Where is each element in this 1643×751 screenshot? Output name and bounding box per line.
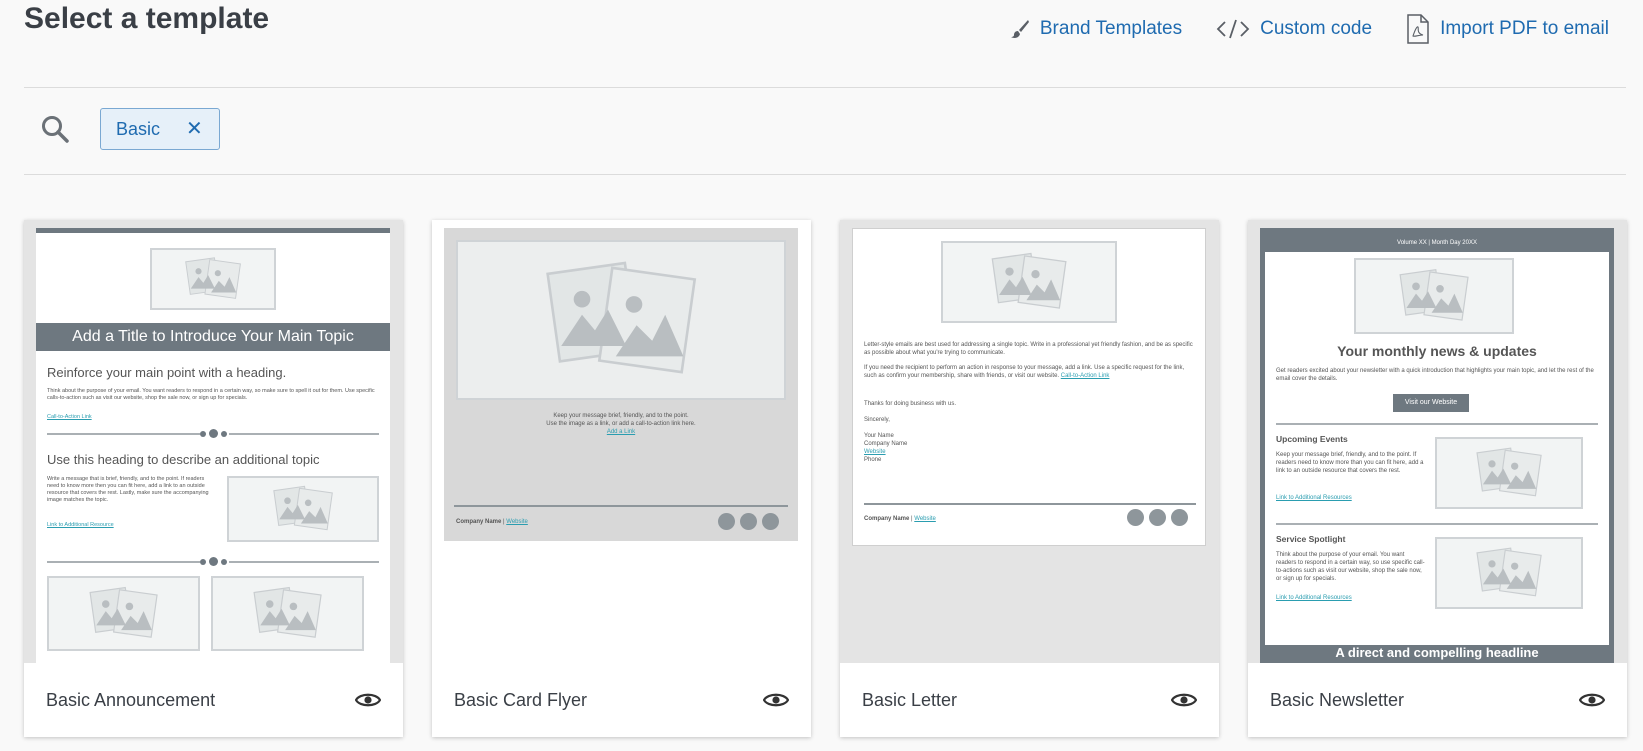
preview-section-title: Upcoming Events xyxy=(1276,434,1348,444)
preview-banner: Add a Title to Introduce Your Main Topic xyxy=(36,323,390,351)
custom-code-label: Custom code xyxy=(1260,18,1373,39)
image-placeholder-icon xyxy=(227,476,379,542)
template-card[interactable]: Volume XX | Month Day 20XX Your monthly … xyxy=(1248,220,1627,737)
filter-chip-basic[interactable]: Basic ✕ xyxy=(100,108,220,150)
preview-body: Think about the purpose of your email. Y… xyxy=(47,388,375,401)
image-placeholder-icon xyxy=(150,248,276,310)
image-placeholder-icon xyxy=(47,576,200,651)
eye-icon[interactable] xyxy=(1171,691,1197,709)
preview-text: If you need the recipient to perform an … xyxy=(864,365,1185,379)
image-placeholder-icon xyxy=(456,240,786,400)
search-icon[interactable] xyxy=(40,114,70,144)
eye-icon[interactable] xyxy=(1579,691,1605,709)
top-actions: Brand Templates Custom code Import PDF t… xyxy=(1010,14,1609,44)
import-pdf-label: Import PDF to email xyxy=(1440,18,1609,39)
brand-templates-label: Brand Templates xyxy=(1039,18,1183,39)
import-pdf-link[interactable]: Import PDF to email xyxy=(1406,14,1609,44)
preview-text: Phone xyxy=(864,457,882,463)
preview-link: Call-to-Action Link xyxy=(47,414,92,420)
template-card[interactable]: Letter-style emails are best used for ad… xyxy=(840,220,1219,737)
preview-footer-banner: A direct and compelling headline xyxy=(1335,645,1539,660)
preview-headline: Your monthly news & updates xyxy=(1337,343,1537,359)
pdf-file-icon xyxy=(1407,14,1429,44)
filter-divider xyxy=(24,174,1626,175)
template-grid: Add a Title to Introduce Your Main Topic… xyxy=(24,220,1627,737)
preview-text: Get readers excited about your newslette… xyxy=(1276,368,1594,382)
image-placeholder-icon xyxy=(211,576,364,651)
close-icon[interactable]: ✕ xyxy=(186,119,203,139)
template-name: Basic Card Flyer xyxy=(454,689,588,710)
template-card[interactable]: Keep your message brief, friendly, and t… xyxy=(432,220,811,737)
card-footer: Basic Letter xyxy=(840,663,1219,737)
image-placeholder-icon xyxy=(1435,537,1583,609)
preview-heading: Use this heading to describe an addition… xyxy=(47,452,320,467)
preview-link: Link to Additional Resources xyxy=(1276,595,1352,601)
preview-text: Use the image as a link, or add a call-t… xyxy=(546,421,696,427)
paintbrush-icon xyxy=(1010,20,1029,38)
template-name: Basic Newsletter xyxy=(1270,689,1405,710)
preview-link: Link to Additional Resources xyxy=(1276,495,1352,501)
custom-code-link[interactable]: Custom code xyxy=(1216,18,1372,40)
eye-icon[interactable] xyxy=(355,691,381,709)
eye-icon[interactable] xyxy=(763,691,789,709)
template-thumbnail: Add a Title to Introduce Your Main Topic… xyxy=(24,220,403,663)
image-placeholder-icon xyxy=(1354,258,1514,334)
image-placeholder-icon xyxy=(1435,437,1583,509)
preview-button: Visit our Website xyxy=(1393,394,1469,412)
template-thumbnail: Letter-style emails are best used for ad… xyxy=(840,220,1219,663)
preview-body: Write a message that is brief, friendly,… xyxy=(47,476,209,503)
filter-chip-label: Basic xyxy=(116,118,161,139)
preview-link: Website xyxy=(864,449,886,455)
template-name: Basic Letter xyxy=(862,689,958,710)
preview-text: Sincerely, xyxy=(864,417,890,423)
template-thumbnail: Keep your message brief, friendly, and t… xyxy=(432,220,811,663)
preview-link: Link to Additional Resource xyxy=(47,522,114,528)
template-thumbnail: Volume XX | Month Day 20XX Your monthly … xyxy=(1248,220,1627,663)
card-footer: Basic Newsletter xyxy=(1248,663,1627,737)
search-bar: Basic ✕ xyxy=(24,108,220,150)
preview-text: Letter-style emails are best used for ad… xyxy=(864,342,1193,356)
preview-volume: Volume XX | Month Day 20XX xyxy=(1397,240,1477,246)
template-card[interactable]: Add a Title to Introduce Your Main Topic… xyxy=(24,220,403,737)
preview-text: Keep your message brief, friendly, and t… xyxy=(1276,452,1424,474)
preview-section-title: Service Spotlight xyxy=(1276,534,1346,544)
code-icon xyxy=(1216,19,1250,39)
preview-link: Add a Link xyxy=(606,429,636,435)
preview-text: Company Name xyxy=(864,441,908,447)
preview-footer: Company Name | Website xyxy=(456,519,528,525)
template-name: Basic Announcement xyxy=(46,689,216,710)
preview-text: Keep your message brief, friendly, and t… xyxy=(553,413,689,419)
preview-heading: Reinforce your main point with a heading… xyxy=(47,365,287,380)
preview-text: Your Name xyxy=(864,433,894,439)
image-placeholder-icon xyxy=(941,241,1117,323)
preview-text: Think about the purpose of your email. Y… xyxy=(1276,552,1425,582)
preview-footer: Company Name | Website xyxy=(864,516,936,522)
preview-text: Thanks for doing business with us. xyxy=(864,401,957,407)
card-footer: Basic Card Flyer xyxy=(432,663,811,737)
header-divider xyxy=(24,87,1626,88)
page-title: Select a template xyxy=(24,2,270,35)
card-footer: Basic Announcement xyxy=(24,663,403,737)
brand-templates-link[interactable]: Brand Templates xyxy=(1010,18,1182,40)
